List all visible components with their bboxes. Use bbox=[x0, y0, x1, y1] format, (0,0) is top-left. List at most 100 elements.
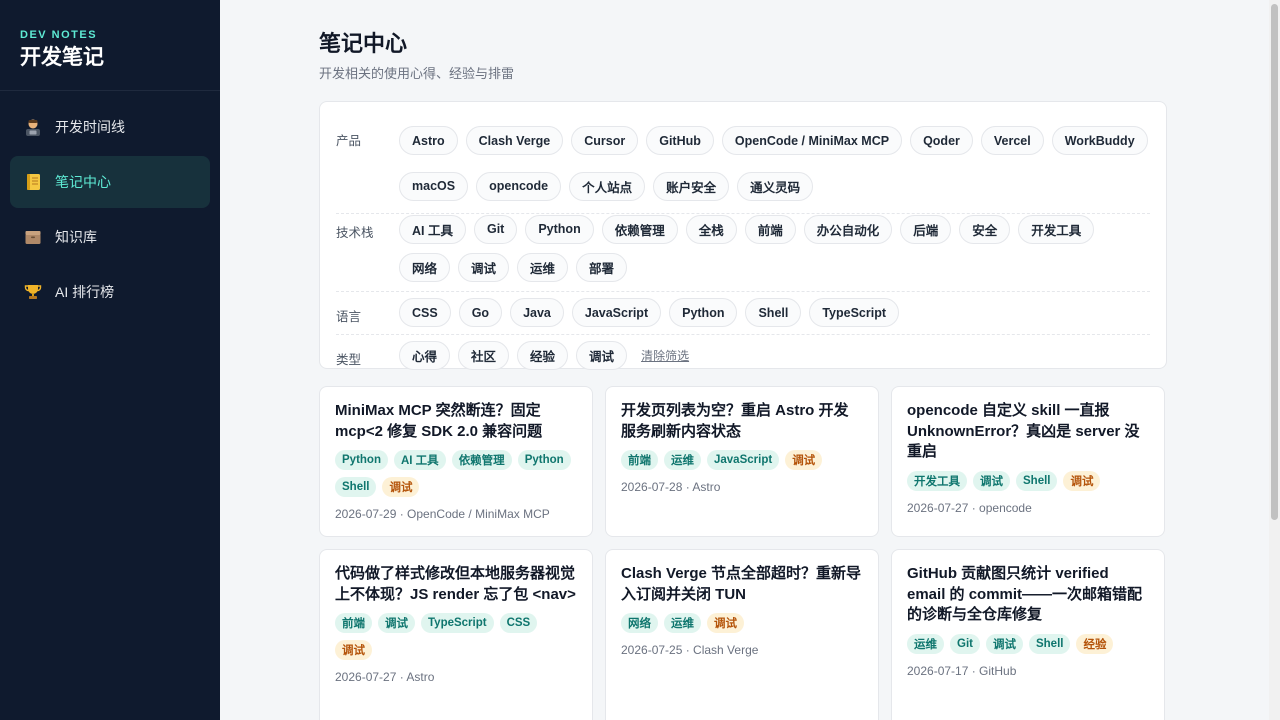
filter-chip[interactable]: 网络 bbox=[399, 253, 451, 283]
brand-subtitle: DEV NOTES bbox=[20, 29, 98, 41]
filter-chip[interactable]: 社区 bbox=[458, 341, 510, 370]
filter-label-lang: 语言 bbox=[336, 310, 362, 324]
nav-item-timeline[interactable]: 开发时间线 bbox=[10, 101, 210, 153]
card-tag[interactable]: 调试 bbox=[378, 613, 415, 633]
card-tag[interactable]: 调试 bbox=[707, 613, 744, 633]
page-scrollbar[interactable] bbox=[1269, 0, 1280, 720]
type-chips: 心得 社区 经验 调试 清除筛选 bbox=[399, 341, 689, 370]
card-tag[interactable]: 调试 bbox=[335, 640, 372, 660]
filter-chip[interactable]: 安全 bbox=[959, 214, 1011, 244]
tech-chips: AI 工具 Git Python 依赖管理 全栈 前端 办公自动化 后端 安全 … bbox=[399, 214, 1150, 283]
page-title: 笔记中心 bbox=[319, 31, 408, 56]
filter-chip[interactable]: Clash Verge bbox=[465, 126, 564, 156]
filter-chip[interactable]: 调试 bbox=[576, 341, 628, 370]
card-tag[interactable]: 经验 bbox=[1076, 633, 1114, 654]
filter-chip[interactable]: 全栈 bbox=[685, 214, 737, 244]
note-card[interactable]: Clash Verge 节点全部超时？重新导入订阅并关闭 TUN 网络 运维 调… bbox=[605, 549, 879, 720]
card-tag[interactable]: CSS bbox=[499, 613, 538, 633]
note-card[interactable]: MiniMax MCP 突然断连？固定 mcp<2 修复 SDK 2.0 兼容问… bbox=[319, 386, 593, 537]
card-tag[interactable]: 依赖管理 bbox=[451, 450, 512, 470]
card-tags: 开发工具 调试 Shell 调试 bbox=[907, 470, 1149, 491]
filter-chip[interactable]: 部署 bbox=[576, 253, 628, 283]
filter-chip[interactable]: Cursor bbox=[571, 126, 639, 156]
filter-chip[interactable]: opencode bbox=[476, 171, 562, 201]
filter-chip[interactable]: 心得 bbox=[399, 341, 451, 370]
nav-item-label: AI 排行榜 bbox=[55, 284, 115, 300]
note-card[interactable]: opencode 自定义 skill 一直报 UnknownError？真凶是 … bbox=[891, 386, 1165, 537]
filter-chip[interactable]: 运维 bbox=[517, 253, 569, 283]
clear-filters-link[interactable]: 清除筛选 bbox=[641, 347, 689, 364]
filter-chip[interactable]: Vercel bbox=[980, 126, 1044, 156]
filter-chip[interactable]: AI 工具 bbox=[399, 214, 466, 244]
card-title: 代码做了样式修改但本地服务器视觉上不体现？JS render 忘了包 <nav> bbox=[335, 565, 576, 603]
card-tag[interactable]: Shell bbox=[335, 477, 377, 497]
filter-row-lang: 语言 CSS Go Java JavaScript Python Shell T… bbox=[336, 292, 1150, 335]
filter-chip[interactable]: Qoder bbox=[910, 126, 973, 156]
filter-chip[interactable]: Python bbox=[669, 298, 738, 327]
card-tag[interactable]: 调试 bbox=[382, 477, 420, 497]
nav-item-knowledge[interactable]: 知识库 bbox=[10, 211, 210, 263]
card-tag[interactable]: 调试 bbox=[973, 470, 1010, 491]
filter-chip[interactable]: macOS bbox=[399, 171, 469, 201]
nav-item-label: 开发时间线 bbox=[55, 119, 125, 135]
note-card[interactable]: 代码做了样式修改但本地服务器视觉上不体现？JS render 忘了包 <nav>… bbox=[319, 549, 593, 720]
card-title: 开发页列表为空？重启 Astro 开发服务刷新内容状态 bbox=[621, 402, 849, 440]
filter-chip[interactable]: Python bbox=[525, 214, 594, 244]
note-card[interactable]: GitHub 贡献图只统计 verified email 的 commit——一… bbox=[891, 549, 1165, 720]
filter-chip[interactable]: 办公自动化 bbox=[803, 214, 893, 244]
card-tag[interactable]: 前端 bbox=[335, 613, 372, 633]
card-tag[interactable]: TypeScript bbox=[421, 613, 494, 633]
product-chips: Astro Clash Verge Cursor GitHub OpenCode… bbox=[399, 122, 1150, 205]
card-tag[interactable]: 开发工具 bbox=[907, 470, 967, 491]
filter-chip[interactable]: 依赖管理 bbox=[601, 214, 678, 244]
filter-chip[interactable]: Shell bbox=[745, 298, 802, 327]
file-box-icon bbox=[22, 226, 44, 248]
filter-chip[interactable]: 开发工具 bbox=[1018, 214, 1095, 244]
card-tag[interactable]: Python bbox=[335, 450, 388, 470]
note-card[interactable]: 开发页列表为空？重启 Astro 开发服务刷新内容状态 前端 运维 JavaSc… bbox=[605, 386, 879, 537]
filter-chip[interactable]: JavaScript bbox=[571, 298, 662, 327]
card-meta: 2026-07-28 · Astro bbox=[621, 480, 721, 494]
scrollbar-thumb[interactable] bbox=[1271, 4, 1278, 520]
card-tag[interactable]: Python bbox=[517, 450, 571, 470]
nav-item-ai-ranking[interactable]: AI 排行榜 bbox=[10, 266, 210, 318]
card-title: GitHub 贡献图只统计 verified email 的 commit——一… bbox=[907, 565, 1143, 623]
card-title: Clash Verge 节点全部超时？重新导入订阅并关闭 TUN bbox=[621, 565, 862, 603]
filter-chip[interactable]: OpenCode / MiniMax MCP bbox=[721, 126, 903, 156]
filter-chip[interactable]: TypeScript bbox=[809, 298, 900, 327]
card-tag[interactable]: 运维 bbox=[664, 613, 701, 633]
card-tag[interactable]: 调试 bbox=[1063, 470, 1101, 491]
lang-chips: CSS Go Java JavaScript Python Shell Type… bbox=[399, 298, 900, 327]
filter-chip[interactable]: WorkBuddy bbox=[1051, 126, 1148, 156]
filter-chip[interactable]: Java bbox=[510, 298, 564, 327]
filter-chip[interactable]: CSS bbox=[399, 298, 451, 327]
card-tag[interactable]: Shell bbox=[1028, 633, 1071, 654]
card-tag[interactable]: 运维 bbox=[907, 633, 944, 654]
trophy-icon bbox=[22, 281, 44, 303]
card-tag[interactable]: Git bbox=[950, 633, 980, 654]
filter-chip[interactable]: 账户安全 bbox=[653, 171, 730, 201]
filter-chip[interactable]: Go bbox=[458, 298, 503, 327]
card-tag[interactable]: 调试 bbox=[785, 450, 823, 470]
filter-chip[interactable]: Git bbox=[473, 214, 518, 244]
card-tag[interactable]: JavaScript bbox=[707, 450, 780, 470]
filter-chip[interactable]: GitHub bbox=[646, 126, 714, 156]
nav-item-notes[interactable]: 笔记中心 bbox=[10, 156, 210, 208]
card-tag[interactable]: 调试 bbox=[985, 633, 1023, 654]
sidebar: DEV NOTES 开发笔记 开发时间线 笔记中心 知识库 AI 排行榜 bbox=[0, 0, 220, 720]
card-meta: 2026-07-29 · OpenCode / MiniMax MCP bbox=[335, 507, 550, 521]
card-tag[interactable]: AI 工具 bbox=[393, 450, 446, 470]
filter-chip[interactable]: 后端 bbox=[900, 214, 952, 244]
card-tag[interactable]: Shell bbox=[1016, 470, 1058, 491]
card-tag[interactable]: 前端 bbox=[621, 450, 658, 470]
filter-chip[interactable]: 通义灵码 bbox=[737, 171, 814, 201]
filter-chip[interactable]: 个人站点 bbox=[569, 171, 646, 201]
filter-chip[interactable]: 经验 bbox=[517, 341, 569, 370]
card-tag[interactable]: 运维 bbox=[664, 450, 701, 470]
filter-chip[interactable]: Astro bbox=[399, 126, 458, 156]
card-tag[interactable]: 网络 bbox=[621, 613, 658, 633]
filter-panel: 产品 Astro Clash Verge Cursor GitHub OpenC… bbox=[319, 101, 1167, 370]
filter-chip[interactable]: 调试 bbox=[458, 253, 510, 283]
nav-item-label: 知识库 bbox=[55, 229, 97, 245]
filter-chip[interactable]: 前端 bbox=[744, 214, 796, 244]
